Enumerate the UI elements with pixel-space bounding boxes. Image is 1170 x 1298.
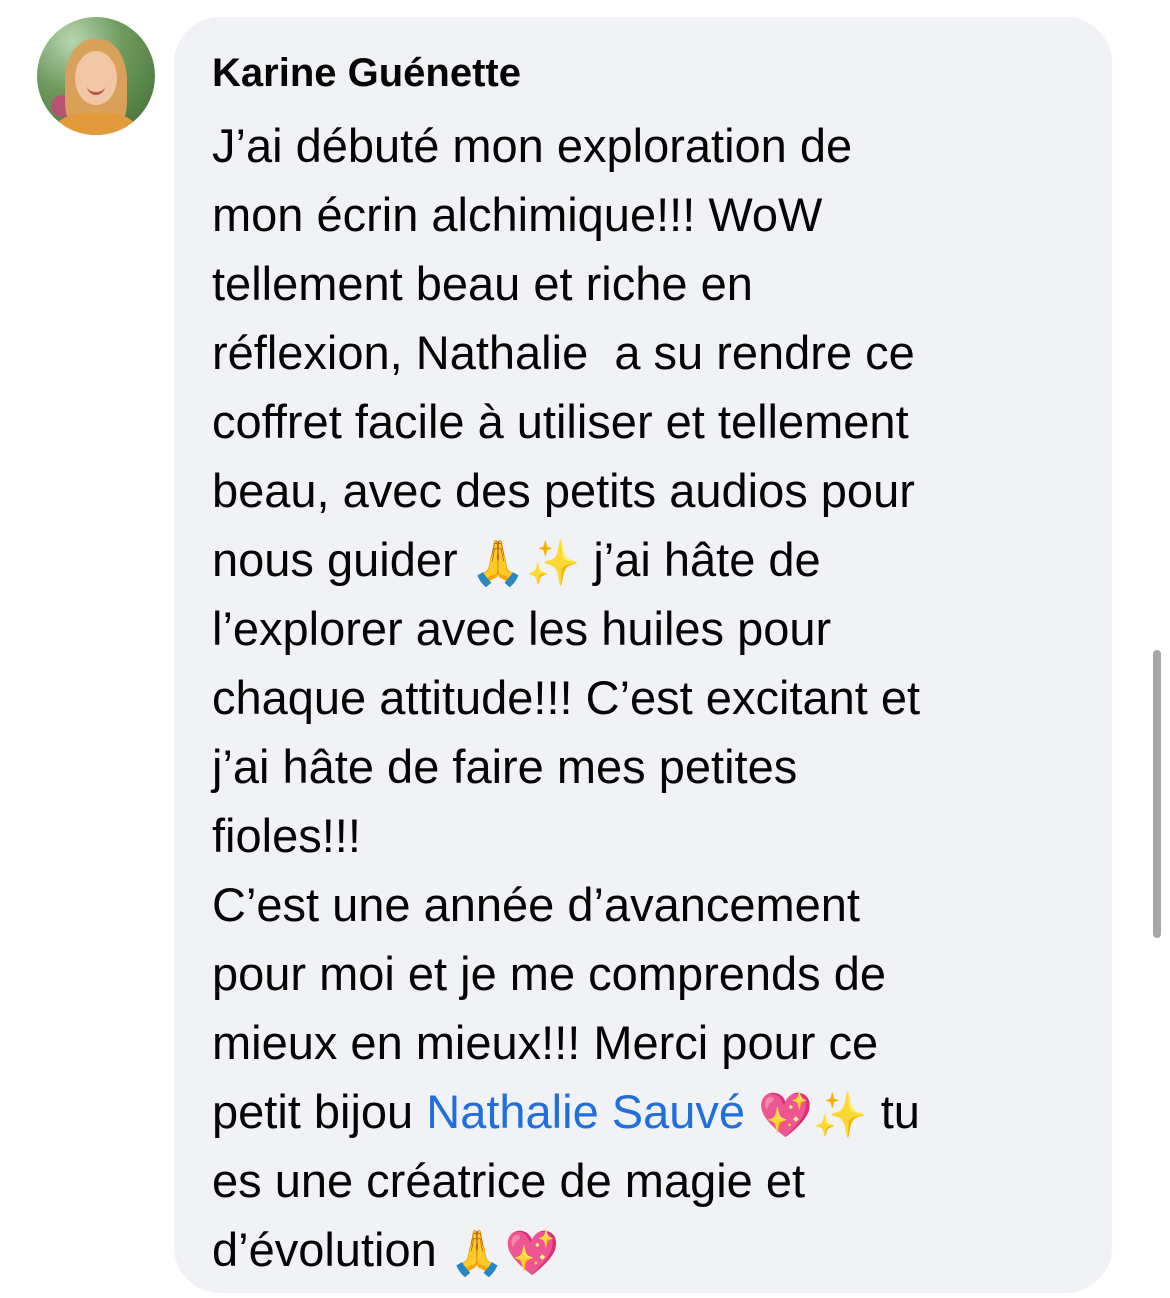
avatar-face-detail [75,51,117,105]
sparkling-heart-icon: 💖 [758,1089,813,1141]
comment-line: coffret facile à utiliser et tellement [212,387,1082,456]
comment-text-segment: beau, avec des petits audios pour [212,464,915,517]
comment-line: l’explorer avec les huiles pour [212,594,1082,663]
comment-author-name[interactable]: Karine Guénette [212,43,1082,103]
comment-line: es une créatrice de magie et [212,1146,1082,1215]
comment-text-segment [745,1085,758,1138]
comment-bubble: Karine Guénette J’ai débuté mon explorat… [174,17,1112,1293]
comment-text-segment: fioles!!! [212,809,361,862]
comment-line: C’est une année d’avancement [212,870,1082,939]
comment-text-segment: nous guider [212,533,471,586]
comment-line: petit bijou Nathalie Sauvé 💖✨ tu [212,1077,1082,1146]
comment-thread: Karine Guénette J’ai débuté mon explorat… [0,0,1170,1298]
comment-text-segment: es une créatrice de magie et [212,1154,806,1207]
comment-line: beau, avec des petits audios pour [212,456,1082,525]
praying-hands-icon: 🙏 [449,1227,505,1279]
comment-text-segment: tellement beau et riche en [212,257,753,310]
comment-text-segment: C’est une année d’avancement [212,878,860,931]
praying-hands-icon: 🙏 [470,537,526,589]
sparkles-icon: ✨ [812,1089,868,1141]
sparkling-heart-icon: 💖 [504,1227,560,1279]
comment-text-segment: mon écrin alchimique!!! WoW [212,188,823,241]
sparkles-icon: ✨ [525,537,581,589]
comment-text: J’ai débuté mon exploration de mon écrin… [212,111,1082,1284]
comment-text-segment: petit bijou [212,1085,427,1138]
comment-text-segment: pour moi et je me comprends de [212,947,886,1000]
comment-text-segment: j’ai hâte de [580,533,821,586]
comment-line: chaque attitude!!! C’est excitant et [212,663,1082,732]
comment-text-segment: d’évolution [212,1223,450,1276]
comment-line: d’évolution 🙏💖 [212,1215,1082,1284]
comment-text-segment: mieux en mieux!!! Merci pour ce [212,1016,879,1069]
comment-line: mieux en mieux!!! Merci pour ce [212,1008,1082,1077]
comment-line: pour moi et je me comprends de [212,939,1082,1008]
comment-line: tellement beau et riche en [212,249,1082,318]
vertical-scrollbar[interactable] [1153,650,1161,938]
comment-text-segment: j’ai hâte de faire mes petites [212,740,798,793]
comment-text-segment: J’ai débuté mon exploration de [212,119,853,172]
comment-text-segment: réflexion, Nathalie a su rendre ce [212,326,915,379]
mention-link[interactable]: Nathalie Sauvé [426,1085,745,1138]
avatar-shirt-detail [55,113,137,135]
comment-line: fioles!!! [212,801,1082,870]
comment-text-segment: coffret facile à utiliser et tellement [212,395,909,448]
comment-line: réflexion, Nathalie a su rendre ce [212,318,1082,387]
comment-line: J’ai débuté mon exploration de [212,111,1082,180]
comment-line: j’ai hâte de faire mes petites [212,732,1082,801]
comment-line: nous guider 🙏✨ j’ai hâte de [212,525,1082,594]
author-avatar[interactable] [37,17,155,135]
comment-text-segment: l’explorer avec les huiles pour [212,602,832,655]
comment-text-segment: chaque attitude!!! C’est excitant et [212,671,921,724]
comment-line: mon écrin alchimique!!! WoW [212,180,1082,249]
comment-text-segment: tu [867,1085,920,1138]
